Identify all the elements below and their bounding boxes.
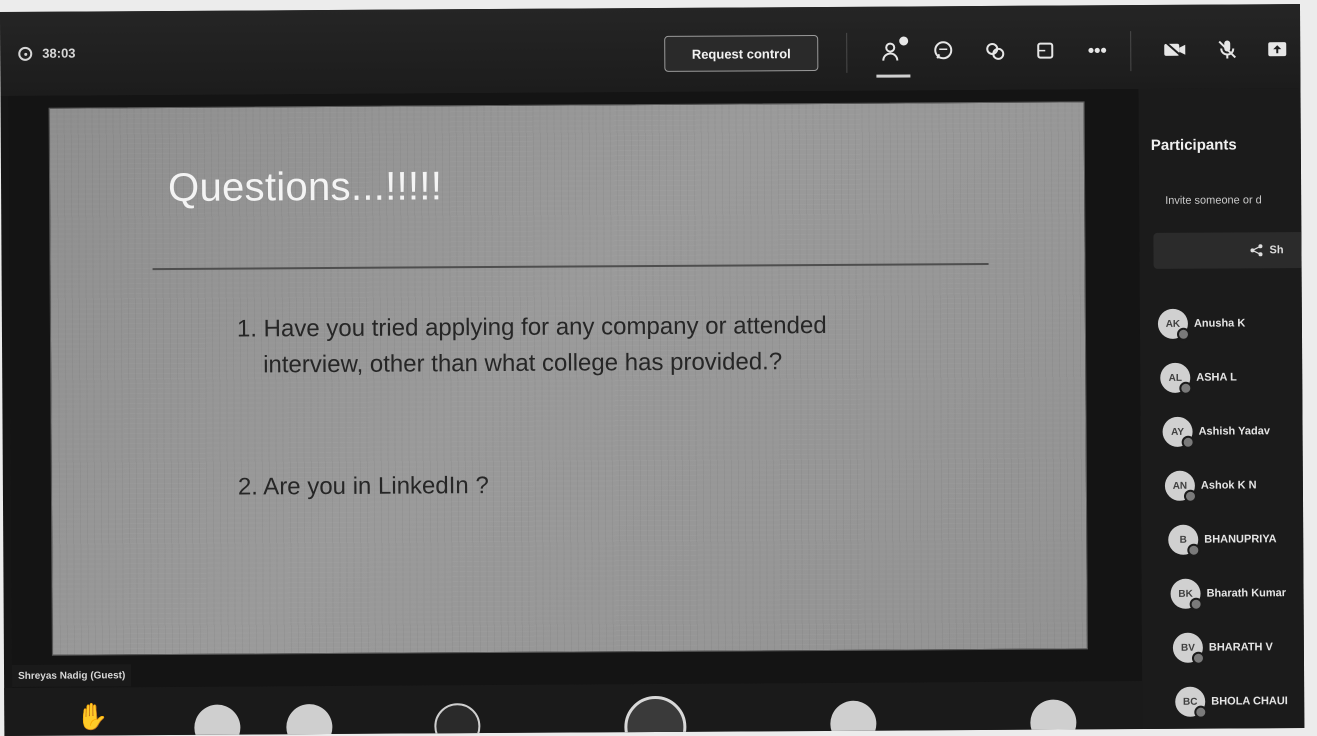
participant-row[interactable]: AN Ashok K N bbox=[1164, 458, 1281, 513]
clock-icon bbox=[18, 46, 33, 61]
meeting-timer: 38:03 bbox=[18, 45, 76, 61]
avatar: AY bbox=[1162, 416, 1193, 447]
video-tile-avatar[interactable] bbox=[194, 704, 241, 736]
meeting-toolbar: 38:03 Request control ••• bbox=[0, 4, 1301, 96]
share-tray-icon[interactable] bbox=[1262, 34, 1292, 64]
share-label: Sh bbox=[1269, 244, 1284, 257]
timer-label: 38:03 bbox=[42, 45, 76, 61]
participants-title: Participants bbox=[1150, 136, 1237, 154]
raise-hand-icon[interactable]: ✋ bbox=[76, 701, 109, 732]
share-icon bbox=[1250, 244, 1263, 257]
presentation-slide: Questions...!!!!! 1. Have you tried appl… bbox=[48, 101, 1088, 656]
avatar: B bbox=[1168, 524, 1199, 555]
participant-name: Ashish Yadav bbox=[1198, 425, 1270, 438]
shared-content-stage: Questions...!!!!! 1. Have you tried appl… bbox=[8, 89, 1143, 688]
participant-row[interactable]: B BHANUPRIYA bbox=[1168, 512, 1284, 567]
participant-name: BHARATH V bbox=[1208, 641, 1273, 654]
active-tab-indicator bbox=[876, 74, 911, 78]
participant-name: Anusha K bbox=[1193, 317, 1246, 330]
question-1: 1. Have you tried applying for any compa… bbox=[237, 307, 957, 383]
toolbar-divider bbox=[846, 32, 848, 73]
bottom-video-strip: ✋ bbox=[4, 681, 1143, 736]
share-invite-button[interactable]: Sh bbox=[1153, 231, 1305, 269]
video-tile-avatar[interactable] bbox=[624, 695, 687, 736]
mic-off-icon[interactable] bbox=[1212, 34, 1242, 64]
participant-row[interactable]: BK Bharath Kumar bbox=[1170, 566, 1286, 621]
participant-row[interactable]: AK Anusha K bbox=[1157, 296, 1274, 351]
rooms-icon[interactable] bbox=[1030, 36, 1060, 66]
avatar: AL bbox=[1160, 362, 1191, 393]
question-1-line-2: interview, other than what college has p… bbox=[263, 348, 783, 379]
question-2: 2. Are you in LinkedIn ? bbox=[237, 472, 489, 501]
video-tile-avatar[interactable] bbox=[286, 703, 333, 736]
video-tile-avatar[interactable] bbox=[830, 700, 877, 736]
chat-icon[interactable] bbox=[928, 36, 958, 66]
avatar: BV bbox=[1172, 632, 1203, 663]
avatar: AK bbox=[1157, 308, 1189, 339]
participant-name: BHANUPRIYA bbox=[1204, 533, 1277, 546]
participant-name: BHOLA CHAUI bbox=[1211, 695, 1288, 708]
invite-field[interactable]: Invite someone or d bbox=[1165, 194, 1262, 207]
participant-name: Bharath Kumar bbox=[1206, 587, 1287, 600]
participant-row[interactable]: BC BHOLA CHAUI bbox=[1175, 674, 1291, 729]
slide-divider bbox=[152, 262, 989, 271]
request-control-button[interactable]: Request control bbox=[664, 35, 819, 72]
video-tile-avatar[interactable] bbox=[1030, 699, 1077, 736]
participants-pane: Participants Invite someone or d Sh AK A… bbox=[1138, 88, 1305, 730]
camera-off-icon[interactable] bbox=[1160, 35, 1190, 65]
question-1-line-1: 1. Have you tried applying for any compa… bbox=[236, 311, 827, 343]
participant-name: ASHA L bbox=[1196, 371, 1237, 384]
teams-meeting-window: 38:03 Request control ••• Questions...!!… bbox=[0, 4, 1305, 736]
participant-row[interactable]: AY Ashish Yadav bbox=[1162, 404, 1278, 459]
avatar: BK bbox=[1170, 578, 1201, 609]
video-tile-avatar[interactable] bbox=[434, 703, 481, 736]
people-notification-dot bbox=[899, 36, 909, 46]
participant-row[interactable]: BV BHARATH V bbox=[1172, 620, 1289, 675]
more-icon[interactable]: ••• bbox=[1082, 35, 1112, 65]
toolbar-divider bbox=[1130, 31, 1132, 72]
participant-name: Ashok K N bbox=[1200, 479, 1257, 492]
avatar: BC bbox=[1175, 686, 1206, 717]
reactions-icon[interactable] bbox=[980, 36, 1010, 66]
participant-list: AK Anusha K AL ASHA L AY Ashish Yadav AN… bbox=[1157, 296, 1288, 729]
presenter-name-label: Shreyas Nadig (Guest) bbox=[11, 664, 132, 687]
participant-row[interactable]: AL ASHA L bbox=[1160, 350, 1276, 405]
slide-title: Questions...!!!!! bbox=[167, 164, 443, 210]
avatar: AN bbox=[1164, 470, 1196, 501]
